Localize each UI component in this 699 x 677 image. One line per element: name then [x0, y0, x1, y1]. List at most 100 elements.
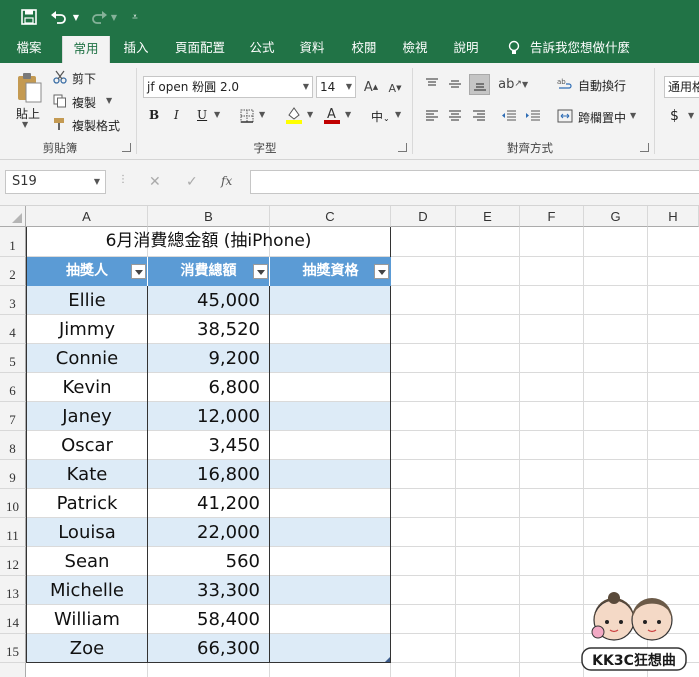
row-header[interactable]: 5: [0, 344, 26, 373]
column-header-f[interactable]: F: [520, 206, 584, 227]
cut-icon[interactable]: [52, 69, 68, 85]
column-header-c[interactable]: C: [270, 206, 391, 227]
orientation-icon[interactable]: ab ↗: [498, 75, 522, 93]
cell-eligible[interactable]: [270, 489, 391, 518]
cell-amount[interactable]: 66,300: [148, 634, 270, 663]
column-header-b[interactable]: B: [148, 206, 270, 227]
bold-button[interactable]: B: [149, 108, 159, 122]
sheet-title[interactable]: 6月消費總金額 (抽iPhone): [26, 227, 391, 256]
borders-icon[interactable]: [238, 107, 256, 125]
cell-eligible[interactable]: [270, 605, 391, 634]
cell-amount[interactable]: 41,200: [148, 489, 270, 518]
phonetic-dropdown-icon[interactable]: ▼: [395, 110, 401, 119]
fill-color-icon[interactable]: [284, 105, 304, 125]
row-header[interactable]: 12: [0, 547, 26, 576]
column-header-g[interactable]: G: [584, 206, 648, 227]
tell-me-search[interactable]: 告訴我您想做什麼: [530, 34, 634, 63]
undo-dropdown-icon[interactable]: ▼: [70, 6, 82, 28]
row-header[interactable]: 13: [0, 576, 26, 605]
cell-name[interactable]: Connie: [26, 344, 148, 373]
paste-icon[interactable]: [14, 71, 44, 105]
font-name-combo[interactable]: jf open 粉圓 2.0 ▼: [143, 76, 313, 98]
cell-amount[interactable]: 45,000: [148, 286, 270, 315]
tab-page-layout[interactable]: 頁面配置: [168, 34, 232, 63]
align-center-icon[interactable]: [446, 107, 464, 125]
wrap-text-label[interactable]: 自動換行: [578, 77, 626, 94]
tab-help[interactable]: 說明: [446, 34, 486, 63]
cell-eligible[interactable]: [270, 576, 391, 605]
insert-function-icon[interactable]: fx: [221, 174, 232, 188]
cell-name[interactable]: Oscar: [26, 431, 148, 460]
cell-amount[interactable]: 560: [148, 547, 270, 576]
format-painter-label[interactable]: 複製格式: [72, 117, 120, 134]
cell-amount[interactable]: 33,300: [148, 576, 270, 605]
row-header[interactable]: 14: [0, 605, 26, 634]
cell-eligible[interactable]: [270, 431, 391, 460]
save-icon[interactable]: [18, 6, 40, 28]
underline-button[interactable]: U: [197, 108, 207, 122]
redo-dropdown-icon[interactable]: ▼: [108, 6, 120, 28]
cell-amount[interactable]: 9,200: [148, 344, 270, 373]
row-header[interactable]: 8: [0, 431, 26, 460]
decrease-font-size-icon[interactable]: A ▼: [386, 78, 404, 98]
tab-formulas[interactable]: 公式: [242, 34, 282, 63]
orientation-dropdown-icon[interactable]: ▼: [522, 80, 528, 89]
cell-name[interactable]: Jimmy: [26, 315, 148, 344]
tab-file[interactable]: 檔案: [8, 34, 50, 63]
cell-amount[interactable]: 16,800: [148, 460, 270, 489]
customize-qat-icon[interactable]: ⩡: [128, 6, 142, 28]
cell-name[interactable]: Zoe: [26, 634, 148, 663]
column-header-e[interactable]: E: [456, 206, 520, 227]
font-launcher-icon[interactable]: [398, 143, 407, 152]
cell-name[interactable]: Kate: [26, 460, 148, 489]
fill-color-dropdown-icon[interactable]: ▼: [307, 110, 313, 119]
cell-eligible[interactable]: [270, 547, 391, 576]
wrap-text-icon[interactable]: ab: [556, 75, 574, 93]
redo-icon[interactable]: [88, 6, 110, 28]
merge-center-dropdown-icon[interactable]: ▼: [630, 111, 636, 120]
align-left-icon[interactable]: [423, 107, 441, 125]
lightbulb-icon[interactable]: [504, 34, 524, 63]
row-header[interactable]: 9: [0, 460, 26, 489]
table-header-name[interactable]: 抽獎人: [27, 257, 148, 286]
filter-dropdown-icon[interactable]: [374, 264, 389, 279]
enter-icon[interactable]: ✓: [186, 174, 198, 190]
tab-view[interactable]: 檢視: [395, 34, 435, 63]
cut-label[interactable]: 剪下: [72, 70, 96, 87]
name-box[interactable]: S19 ▼: [5, 170, 106, 194]
align-middle-icon[interactable]: [446, 75, 464, 93]
align-bottom-icon[interactable]: [469, 74, 490, 95]
cell-eligible[interactable]: [270, 460, 391, 489]
filter-dropdown-icon[interactable]: [131, 264, 146, 279]
cell-eligible[interactable]: [270, 373, 391, 402]
column-header-d[interactable]: D: [391, 206, 456, 227]
paste-dropdown-icon[interactable]: ▼: [22, 120, 28, 129]
table-header-amount[interactable]: 消費總額: [148, 257, 270, 286]
row-header[interactable]: 3: [0, 286, 26, 315]
cell-name[interactable]: Louisa: [26, 518, 148, 547]
align-right-icon[interactable]: [470, 107, 488, 125]
copy-dropdown-icon[interactable]: ▼: [106, 96, 112, 105]
borders-dropdown-icon[interactable]: ▼: [259, 110, 265, 119]
row-header[interactable]: [0, 663, 26, 677]
currency-button[interactable]: $: [670, 108, 679, 124]
font-color-dropdown-icon[interactable]: ▼: [345, 110, 351, 119]
row-header[interactable]: 7: [0, 402, 26, 431]
table-resize-handle[interactable]: [385, 657, 390, 662]
merge-center-label[interactable]: 跨欄置中: [578, 109, 626, 126]
cell-eligible[interactable]: [270, 286, 391, 315]
cell-amount[interactable]: 3,450: [148, 431, 270, 460]
cell-eligible[interactable]: [270, 518, 391, 547]
cell-amount[interactable]: 38,520: [148, 315, 270, 344]
cell-name[interactable]: Patrick: [26, 489, 148, 518]
clipboard-launcher-icon[interactable]: [122, 143, 131, 152]
cell-name[interactable]: Janey: [26, 402, 148, 431]
row-header[interactable]: 4: [0, 315, 26, 344]
copy-label[interactable]: 複製: [72, 94, 96, 111]
decrease-indent-icon[interactable]: [500, 107, 518, 125]
format-painter-icon[interactable]: [52, 116, 68, 132]
column-header-h[interactable]: H: [648, 206, 699, 227]
column-header-a[interactable]: A: [26, 206, 148, 227]
alignment-launcher-icon[interactable]: [640, 143, 649, 152]
italic-button[interactable]: I: [174, 108, 179, 122]
